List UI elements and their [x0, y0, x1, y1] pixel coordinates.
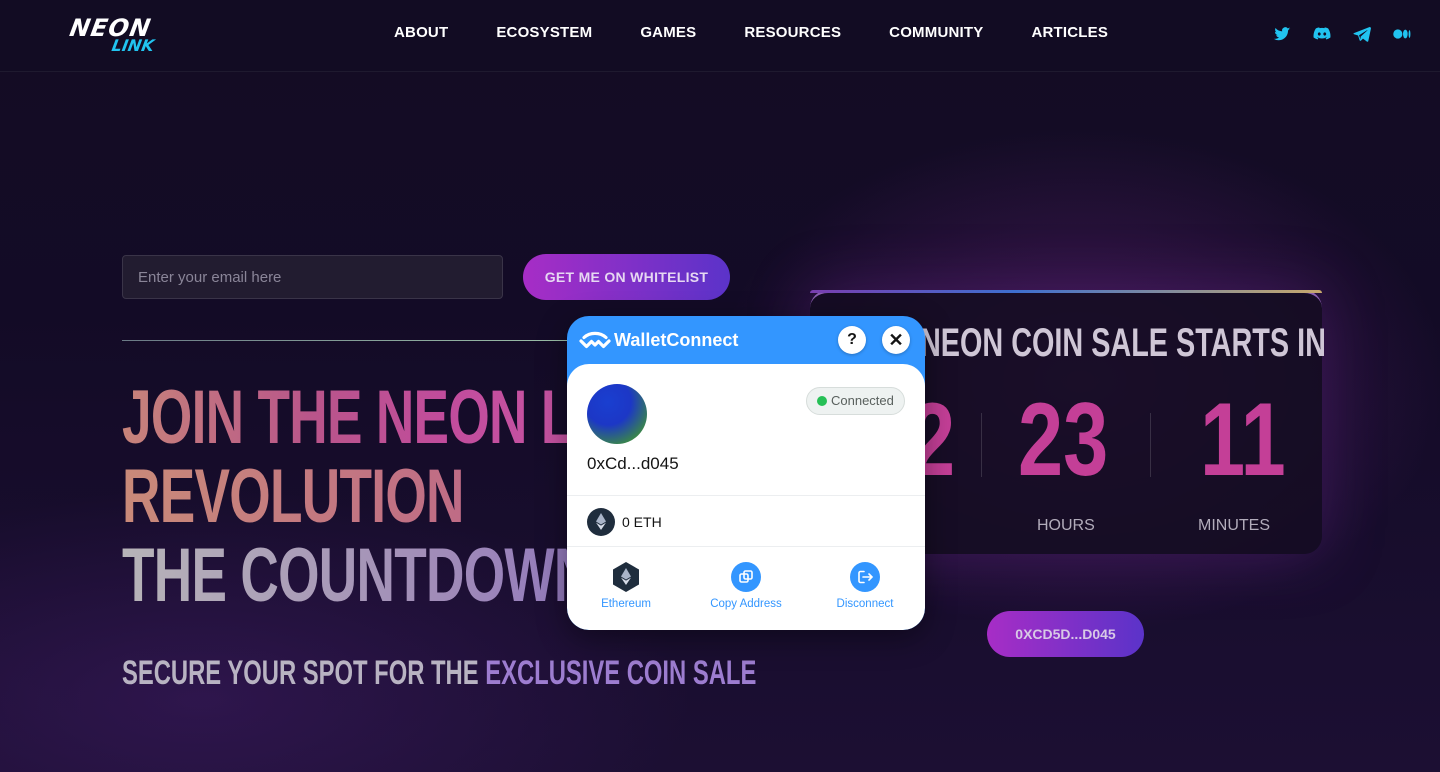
disconnect-button[interactable]: Disconnect — [810, 562, 920, 610]
connected-status-badge: Connected — [806, 387, 905, 415]
countdown-title: NEON COIN SALE STARTS IN — [920, 321, 1326, 365]
site-header: NEON LINK ABOUT ECOSYSTEM GAMES RESOURCE… — [0, 0, 1440, 72]
discord-icon[interactable] — [1312, 24, 1332, 44]
minutes-label: MINUTES — [1198, 517, 1270, 534]
divider — [567, 495, 925, 496]
copy-address-button[interactable]: Copy Address — [691, 562, 801, 610]
close-button[interactable]: ✕ — [882, 326, 910, 354]
telegram-icon[interactable] — [1352, 24, 1372, 44]
countdown-separator — [981, 413, 982, 477]
modal-body: Connected 0xCd...d045 0 ETH Ethereum Cop… — [567, 364, 925, 630]
whitelist-button[interactable]: GET ME ON WHITELIST — [523, 254, 730, 300]
subheading-part-2: EXCLUSIVE COIN SALE — [485, 654, 757, 692]
countdown-minutes: 11 — [1200, 382, 1286, 498]
countdown-hours: 23 — [1018, 382, 1109, 498]
disconnect-icon — [850, 562, 880, 592]
nav-resources[interactable]: RESOURCES — [744, 24, 841, 41]
ethereum-label: Ethereum — [601, 598, 651, 610]
nav-articles[interactable]: ARTICLES — [1031, 24, 1108, 41]
hours-label: HOURS — [1037, 517, 1095, 534]
logo-text-link: LINK — [110, 36, 156, 55]
main-nav: ABOUT ECOSYSTEM GAMES RESOURCES COMMUNIT… — [394, 24, 1156, 41]
social-links — [1272, 24, 1412, 44]
medium-icon[interactable] — [1392, 24, 1412, 44]
nav-about[interactable]: ABOUT — [394, 24, 448, 41]
subheading-part-1: SECURE YOUR SPOT FOR THE — [122, 654, 479, 692]
hero-divider — [122, 340, 572, 341]
modal-header: WalletConnect ? ✕ — [567, 316, 925, 364]
wallet-address-button[interactable]: 0XCD5D...D045 — [987, 611, 1144, 657]
disconnect-label: Disconnect — [836, 598, 894, 610]
ethereum-icon — [587, 508, 615, 536]
nav-games[interactable]: GAMES — [640, 24, 696, 41]
walletconnect-modal: WalletConnect ? ✕ Connected 0xCd...d045 … — [567, 316, 925, 630]
avatar — [587, 384, 647, 444]
countdown-separator — [1150, 413, 1151, 477]
nav-ecosystem[interactable]: ECOSYSTEM — [496, 24, 592, 41]
nav-community[interactable]: COMMUNITY — [889, 24, 983, 41]
divider — [567, 546, 925, 547]
email-input[interactable] — [122, 255, 503, 299]
neon-link-logo[interactable]: NEON LINK — [68, 14, 166, 56]
ethereum-icon — [611, 562, 641, 592]
ethereum-network-button[interactable]: Ethereum — [571, 562, 681, 610]
eth-balance: 0 ETH — [622, 514, 662, 530]
copy-address-label: Copy Address — [710, 598, 782, 610]
twitter-icon[interactable] — [1272, 24, 1292, 44]
hero-subheading: SECURE YOUR SPOT FOR THE EXCLUSIVE COIN … — [122, 654, 756, 693]
wallet-address: 0xCd...d045 — [587, 454, 679, 473]
copy-icon — [731, 562, 761, 592]
help-button[interactable]: ? — [838, 326, 866, 354]
walletconnect-logo-icon — [579, 330, 611, 352]
modal-title: WalletConnect — [614, 330, 739, 350]
